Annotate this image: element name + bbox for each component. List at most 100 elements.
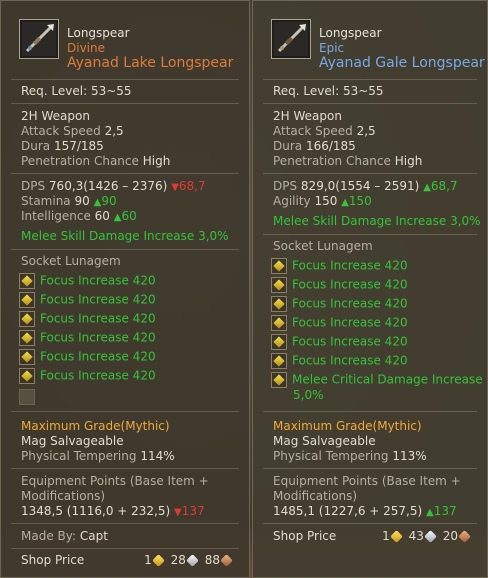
attack-speed-label: Attack Speed <box>273 124 353 138</box>
equip-points-label: Equipment Points (Base Item + Modificati… <box>21 474 209 503</box>
empty-socket-icon <box>19 389 35 405</box>
agility-diff-value: 150 <box>348 194 372 208</box>
dps-label: DPS <box>273 179 298 193</box>
lunagem-label: Focus Increase 420 <box>292 315 408 330</box>
socket-title: Socket Lunagem <box>273 239 373 253</box>
divider <box>11 411 239 412</box>
lunagem-label: Focus Increase 420 <box>292 258 408 273</box>
weapon-type: 2H Weapon <box>273 109 342 123</box>
silver-amount: 43 <box>408 529 424 543</box>
lunagem-slot: Focus Increase 420 <box>19 330 156 346</box>
max-grade: Maximum Grade(Mythic) <box>21 419 170 433</box>
lunagem-label: Melee Critical Damage Increase <box>292 372 483 387</box>
dura-value: 157/185 <box>53 139 104 153</box>
lunagem-slot-empty <box>19 389 40 405</box>
tempering-row: Physical Tempering 114% <box>21 449 175 463</box>
divider <box>263 103 477 104</box>
divider <box>11 468 239 469</box>
agility-row: Agility 150 ▲150 <box>273 194 372 208</box>
made-by-row: Made By: Capt <box>21 529 108 543</box>
bonus-stat: Melee Skill Damage Increase 3,0% <box>273 214 481 228</box>
lunagem-icon <box>19 292 35 308</box>
equip-points-value: 1485,1 (1227,6 + 257,5) <box>273 504 423 518</box>
equip-diff-value: 137 <box>433 504 457 518</box>
lunagem-label: Focus Increase 420 <box>40 349 156 364</box>
lunagem-label: Focus Increase 420 <box>292 296 408 311</box>
penetration-row: Penetration Chance High <box>21 154 170 168</box>
lunagem-label: Focus Increase 420 <box>292 334 408 349</box>
dps-diff-value: 68,7 <box>430 179 458 193</box>
lunagem-slot: Focus Increase 420 <box>19 349 156 365</box>
gold-amount: 1 <box>382 529 390 543</box>
divider <box>263 411 477 412</box>
dps-diff: ▼68,7 <box>171 179 205 193</box>
lunagem-label: Focus Increase 420 <box>40 330 156 345</box>
equip-points-row: 1348,5 (1116,0 + 232,5) ▼137 <box>21 504 205 518</box>
lunagem-slot: Focus Increase 420 <box>19 273 156 289</box>
gold-coin-icon <box>151 554 165 567</box>
lunagem-label: Focus Increase 420 <box>40 368 156 383</box>
copper-coin-icon <box>458 530 471 543</box>
up-arrow-icon: ▲ <box>341 197 349 208</box>
stamina-diff: ▲90 <box>94 194 117 208</box>
bonus-stat: Melee Skill Damage Increase 3,0% <box>21 229 229 243</box>
attack-speed-label: Attack Speed <box>21 124 101 138</box>
penetration-label: Penetration Chance <box>21 154 139 168</box>
intelligence-row: Intelligence 60 ▲60 <box>21 209 137 223</box>
equip-points-value: 1348,5 (1116,0 + 232,5) <box>21 504 171 518</box>
silver-amount: 28 <box>170 553 186 567</box>
tempering-label: Physical Tempering <box>273 449 389 463</box>
lunagem-slot: Focus Increase 420 <box>19 311 156 327</box>
attack-speed-value: 2,5 <box>356 124 376 138</box>
down-arrow-icon: ▼ <box>174 507 182 518</box>
copper-coin-icon <box>220 554 233 567</box>
dps-diff: ▲68,7 <box>423 179 457 193</box>
dura-value: 166/185 <box>305 139 356 153</box>
agility-label: Agility <box>273 194 311 208</box>
tempering-value: 114% <box>140 449 175 463</box>
lunagem-icon <box>271 296 287 312</box>
silver-coin-icon <box>424 530 437 543</box>
longspear-icon <box>271 19 311 59</box>
item-name: Ayanad Gale Longspear <box>319 55 485 71</box>
lunagem-icon <box>271 353 287 369</box>
lunagem-icon <box>19 349 35 365</box>
item-name: Ayanad Lake Longspear <box>67 55 234 71</box>
equip-points-diff: ▲137 <box>426 504 457 518</box>
lunagem-icon <box>19 273 35 289</box>
lunagem-slot: Focus Increase 420 <box>271 315 408 331</box>
lunagem-slot: Focus Increase 420 <box>19 292 156 308</box>
max-grade: Maximum Grade(Mythic) <box>273 419 422 433</box>
lunagem-icon <box>271 372 287 388</box>
silver-coin-icon <box>186 554 199 567</box>
gold-coin-icon <box>389 530 403 543</box>
lunagem-icon <box>271 277 287 293</box>
lunagem-label: Focus Increase 420 <box>292 353 408 368</box>
divider <box>263 173 477 174</box>
divider <box>11 173 239 174</box>
salvage: Mag Salvageable <box>273 434 376 448</box>
longspear-icon <box>19 19 59 59</box>
lunagem-slot: Focus Increase 420 <box>271 334 408 350</box>
shop-price: 1 43 20 <box>382 529 473 543</box>
attack-speed-row: Attack Speed 2,5 <box>21 124 124 138</box>
lunagem-slot: Focus Increase 420 <box>271 258 408 274</box>
divider <box>263 234 477 235</box>
divider <box>11 548 239 549</box>
lunagem-slot: Focus Increase 420 <box>271 296 408 312</box>
lunagem-label: Focus Increase 420 <box>40 311 156 326</box>
divider <box>11 103 239 104</box>
dps-row: DPS 760,3(1426 – 2376) ▼68,7 <box>21 179 206 193</box>
divider <box>11 523 239 524</box>
item-grade: Epic <box>319 41 345 55</box>
agility-diff: ▲150 <box>341 194 372 208</box>
intelligence-value: 60 <box>94 209 110 223</box>
intelligence-label: Intelligence <box>21 209 91 223</box>
lunagem-label: Focus Increase 420 <box>292 277 408 292</box>
divider <box>263 468 477 469</box>
intelligence-diff-value: 60 <box>121 209 137 223</box>
equip-diff-value: 137 <box>181 504 205 518</box>
item-type: Longspear <box>319 26 382 40</box>
salvage: Mag Salvageable <box>21 434 124 448</box>
penetration-label: Penetration Chance <box>273 154 391 168</box>
